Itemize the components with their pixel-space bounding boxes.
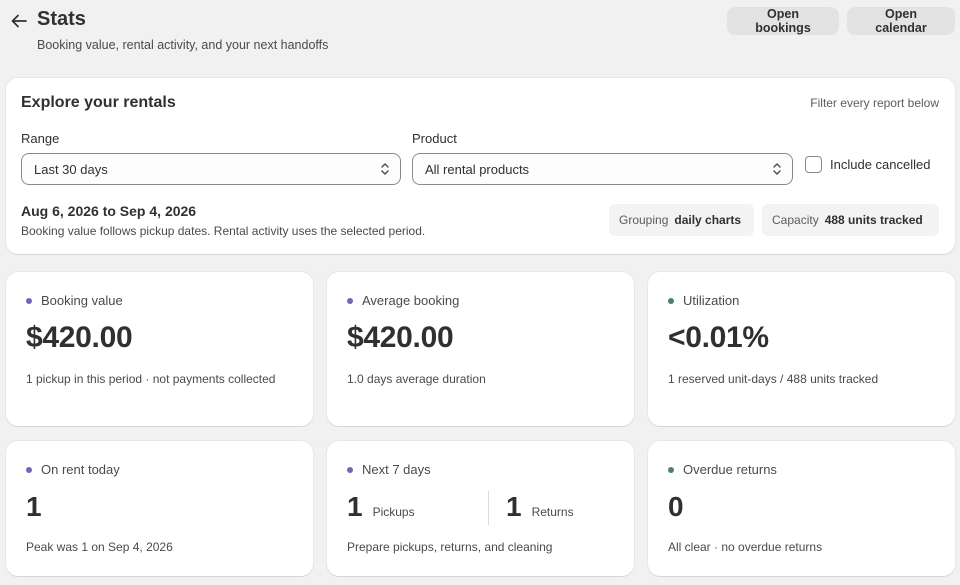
pickups-stat: 1 Pickups: [347, 491, 415, 523]
stat-note: 1.0 days average duration: [347, 372, 486, 386]
range-dates: Aug 6, 2026 to Sep 4, 2026: [21, 203, 197, 219]
explore-title: Explore your rentals: [21, 94, 176, 111]
stat-header: Booking value: [26, 293, 123, 308]
grouping-key: Grouping: [619, 213, 669, 227]
grouping-badge: Grouping daily charts: [609, 204, 754, 236]
utilization-card: Utilization <0.01% 1 reserved unit-days …: [648, 272, 955, 426]
status-dot-icon: [26, 466, 32, 473]
stat-header: Next 7 days: [347, 462, 431, 477]
stat-note: Prepare pickups, returns, and cleaning: [347, 540, 553, 554]
status-dot-icon: [26, 297, 32, 304]
stat-value: $420.00: [26, 321, 133, 354]
status-dot-icon: [347, 466, 353, 473]
booking-value-card: Booking value $420.00 1 pickup in this p…: [6, 272, 313, 426]
stat-header: Utilization: [668, 293, 739, 308]
stat-note: Peak was 1 on Sep 4, 2026: [26, 540, 173, 554]
include-cancelled-toggle[interactable]: Include cancelled: [805, 154, 930, 174]
range-select-value: Last 30 days: [34, 161, 108, 177]
chevron-up-down-icon: [381, 163, 389, 175]
include-cancelled-label: Include cancelled: [830, 156, 931, 172]
stat-value: 0: [668, 491, 684, 522]
returns-stat: 1 Returns: [506, 491, 574, 523]
include-cancelled-checkbox[interactable]: [805, 155, 822, 173]
on-rent-today-card: On rent today 1 Peak was 1 on Sep 4, 202…: [6, 441, 313, 576]
open-calendar-button[interactable]: Open calendar: [847, 7, 955, 35]
overdue-returns-card: Overdue returns 0 All clear · no overdue…: [648, 441, 955, 576]
divider: [488, 491, 489, 525]
stat-value: $420.00: [347, 321, 454, 354]
stat-note: All clear · no overdue returns: [668, 540, 823, 554]
status-dot-icon: [668, 466, 674, 473]
pickups-label: Pickups: [372, 505, 415, 519]
explore-card: Explore your rentals Filter every report…: [6, 78, 955, 254]
stat-label: Next 7 days: [362, 462, 431, 477]
range-note: Booking value follows pickup dates. Rent…: [21, 224, 426, 238]
stat-header: On rent today: [26, 462, 120, 477]
status-dot-icon: [668, 297, 674, 304]
chevron-up-down-icon: [773, 163, 781, 175]
arrow-left-icon: [11, 14, 27, 28]
stat-label: On rent today: [41, 462, 120, 477]
page-header: Stats Booking value, rental activity, an…: [0, 0, 960, 64]
stat-value: 1: [26, 491, 42, 522]
stat-label: Utilization: [683, 293, 740, 308]
pickups-value: 1: [347, 491, 363, 522]
product-label: Product: [412, 131, 457, 146]
page-subtitle: Booking value, rental activity, and your…: [37, 38, 329, 52]
back-button[interactable]: [8, 8, 30, 34]
stat-label: Overdue returns: [683, 462, 777, 477]
average-booking-card: Average booking $420.00 1.0 days average…: [327, 272, 634, 426]
capacity-value: 488 units tracked: [824, 213, 923, 227]
capacity-badge: Capacity 488 units tracked: [762, 204, 939, 236]
status-dot-icon: [347, 297, 353, 304]
range-select[interactable]: Last 30 days: [21, 153, 401, 185]
product-select-value: All rental products: [425, 161, 530, 177]
stat-note: 1 pickup in this period · not payments c…: [26, 372, 276, 386]
stat-label: Average booking: [362, 293, 460, 308]
stat-header: Average booking: [347, 293, 459, 308]
returns-value: 1: [506, 491, 522, 522]
product-select[interactable]: All rental products: [412, 153, 793, 185]
explore-hint: Filter every report below: [810, 96, 939, 110]
stat-label: Booking value: [41, 293, 123, 308]
capacity-key: Capacity: [772, 213, 819, 227]
grouping-value: daily charts: [674, 213, 742, 227]
range-label: Range: [21, 131, 60, 146]
stat-value: <0.01%: [668, 321, 769, 354]
stat-header: Overdue returns: [668, 462, 777, 477]
page-title: Stats: [37, 8, 86, 30]
returns-label: Returns: [531, 505, 574, 519]
stat-note: 1 reserved unit-days / 488 units tracked: [668, 372, 879, 386]
open-bookings-button[interactable]: Open bookings: [727, 7, 839, 35]
next-7-days-card: Next 7 days 1 Pickups 1 Returns Prepare …: [327, 441, 634, 576]
